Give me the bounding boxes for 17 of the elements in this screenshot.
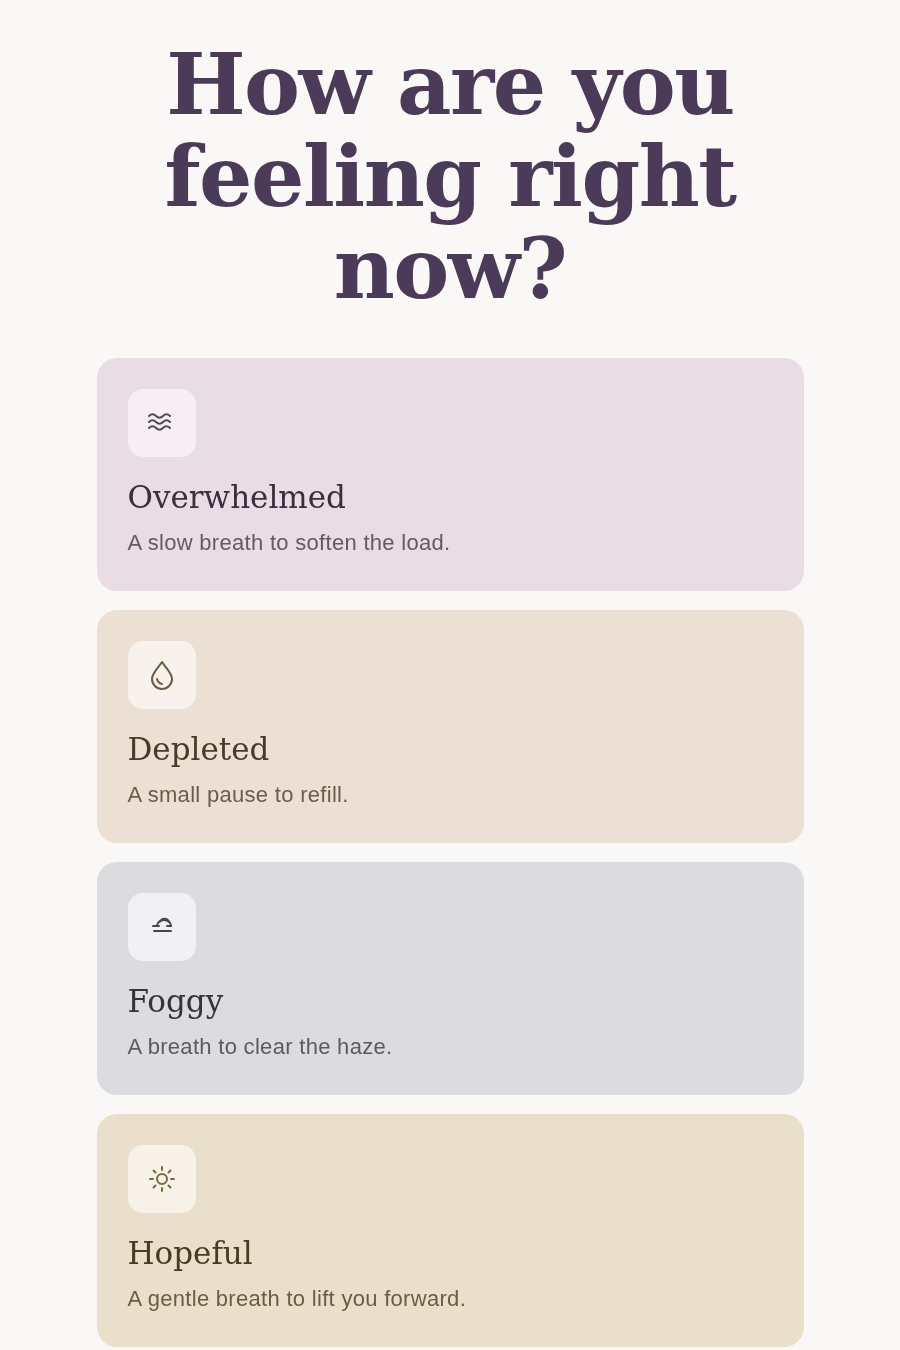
mood-description: A slow breath to soften the load. — [127, 529, 451, 557]
mood-title: Depleted — [127, 730, 270, 769]
mood-title: Foggy — [127, 982, 224, 1021]
mood-description: A small pause to refill. — [127, 781, 349, 809]
mood-card[interactable]: Depleted A small pause to refill. — [96, 610, 804, 843]
droplet-icon — [127, 641, 196, 709]
page-heading: How are you feeling right now? — [163, 39, 738, 315]
mood-description: A gentle breath to lift you forward. — [127, 1285, 467, 1313]
waves-icon — [127, 389, 196, 457]
mood-title: Overwhelmed — [127, 478, 346, 517]
sun-icon — [127, 1145, 196, 1213]
mood-card[interactable]: Overwhelmed A slow breath to soften the load. — [96, 358, 804, 591]
mood-card[interactable]: Hopeful A gentle breath to lift you forward. — [96, 1114, 804, 1347]
mood-description: A breath to clear the haze. — [127, 1033, 393, 1061]
mood-title: Hopeful — [127, 1234, 253, 1273]
horizon-icon — [127, 893, 196, 961]
mood-card[interactable]: Foggy A breath to clear the haze. — [96, 862, 804, 1095]
